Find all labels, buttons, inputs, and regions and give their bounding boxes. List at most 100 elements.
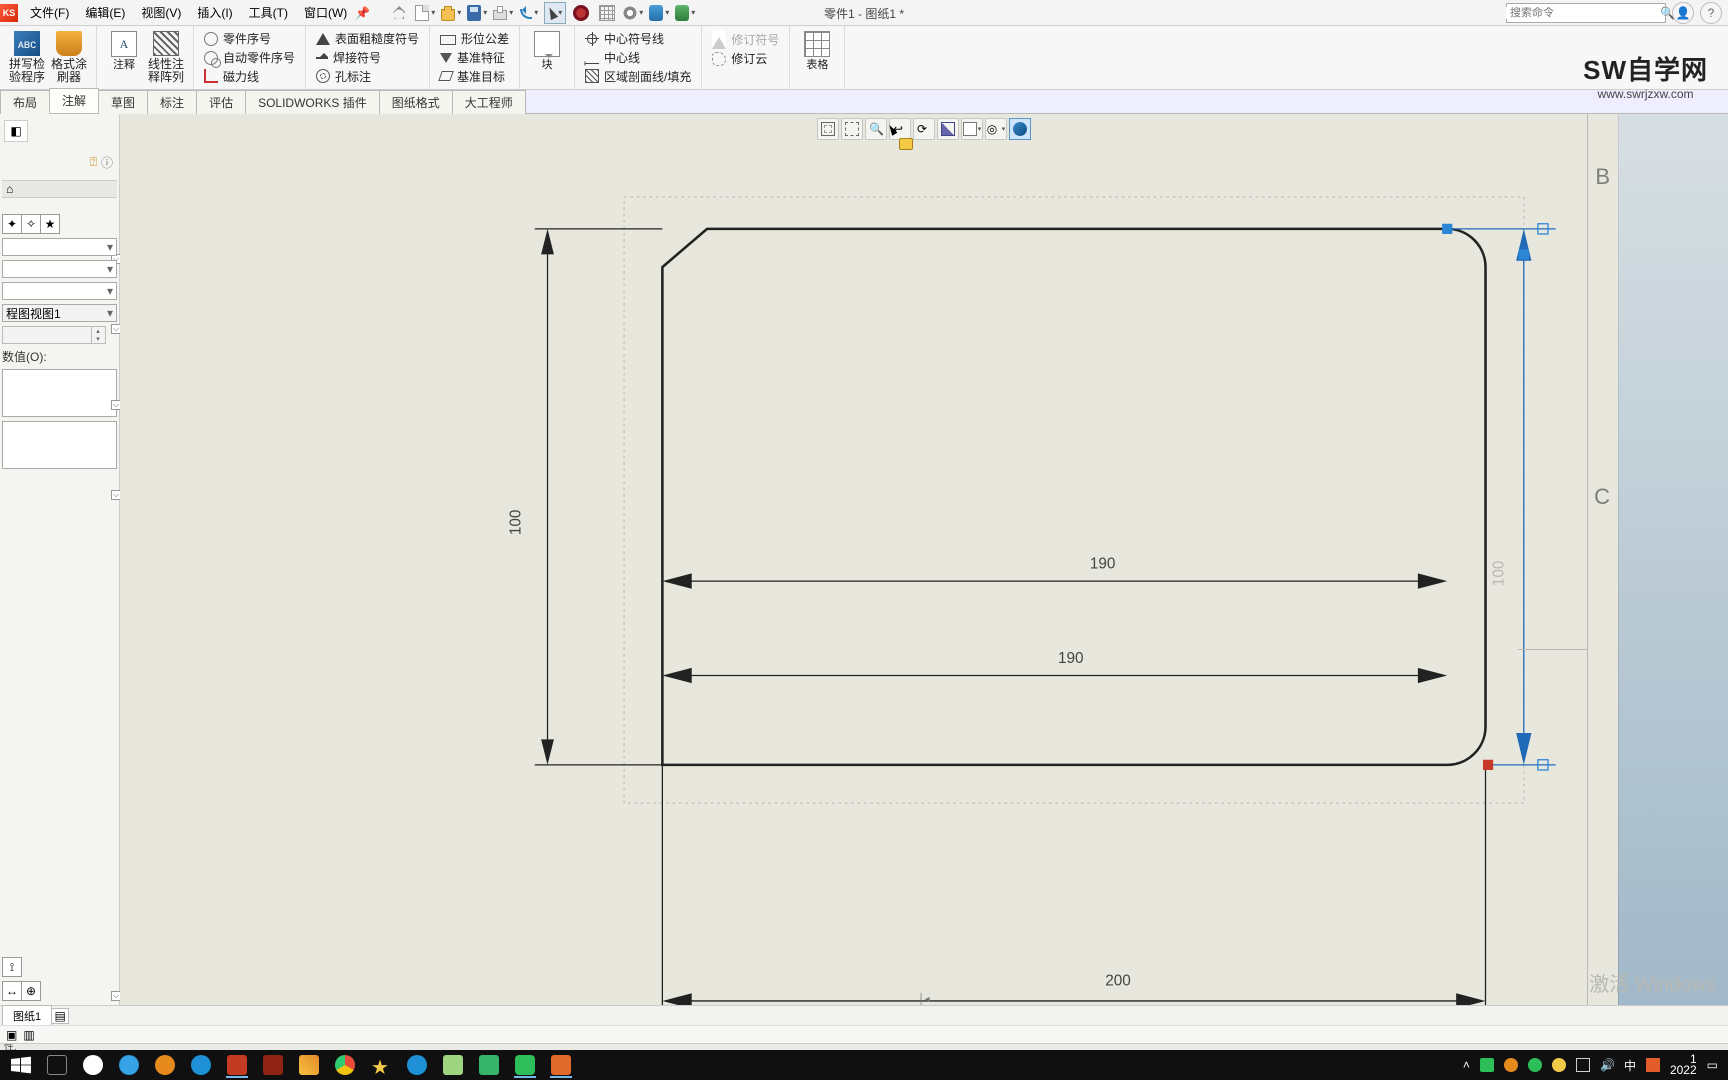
doc-props-button[interactable]: [596, 2, 618, 24]
taskbar-ie[interactable]: [112, 1052, 146, 1078]
tab-dimensions[interactable]: 标注: [147, 90, 197, 114]
pdm-save2-button[interactable]: [674, 2, 696, 24]
menu-insert[interactable]: 插入(I): [189, 0, 240, 26]
taskbar-sw2020[interactable]: [220, 1052, 254, 1078]
dim-style-2[interactable]: ↔: [2, 981, 22, 1001]
menu-edit[interactable]: 编辑(E): [77, 0, 133, 26]
undo-button[interactable]: [518, 2, 540, 24]
pm-mode-1[interactable]: ✦: [2, 214, 22, 234]
table-button[interactable]: 表格: [796, 29, 838, 86]
tab-dagong[interactable]: 大工程师: [452, 90, 526, 114]
user-button[interactable]: 👤: [1672, 2, 1694, 24]
center-line-button[interactable]: 中心线: [585, 49, 691, 67]
tray-network-icon[interactable]: [1576, 1058, 1590, 1072]
help-button[interactable]: ?: [1700, 2, 1722, 24]
sheet-tab-1[interactable]: 图纸1: [2, 1005, 52, 1027]
format-painter-button[interactable]: 格式涂刷器: [48, 29, 90, 86]
tray-s-icon[interactable]: [1646, 1058, 1660, 1072]
revision-cloud-button[interactable]: 修订云: [712, 50, 779, 67]
system-tray[interactable]: ˄ 🔊 中 12022 ▭: [1463, 1054, 1724, 1076]
pm-combo-1[interactable]: [2, 238, 117, 256]
start-button[interactable]: [4, 1052, 38, 1078]
spell-check-button[interactable]: ᴀʙᴄ 拼写检验程序: [6, 29, 48, 86]
right-resource-bar[interactable]: [1618, 114, 1728, 1005]
tray-green-icon[interactable]: [1528, 1058, 1542, 1072]
dim-style-1[interactable]: ⟟: [2, 957, 22, 977]
surface-finish-button[interactable]: 表面粗糙度符号: [316, 30, 419, 48]
origin-header[interactable]: ⌂: [2, 180, 117, 198]
center-mark-button[interactable]: 中心符号线: [585, 30, 691, 48]
tray-ime[interactable]: 中: [1624, 1057, 1636, 1074]
rebuild-button[interactable]: [570, 2, 592, 24]
pm-combo-2[interactable]: [2, 260, 117, 278]
taskbar-pen[interactable]: [292, 1052, 326, 1078]
pm-info-icon[interactable]: ⓘ: [101, 154, 113, 171]
taskbar-chrome[interactable]: [328, 1052, 362, 1078]
view-name-field[interactable]: 程图视图1: [2, 304, 117, 322]
note-button[interactable]: A 注释: [103, 29, 145, 86]
dim-style-3[interactable]: ⊕: [21, 981, 41, 1001]
taskbar-app-2[interactable]: [184, 1052, 218, 1078]
datum-feature-button[interactable]: 基准特征: [440, 49, 509, 67]
taskbar-star[interactable]: ★: [364, 1052, 398, 1078]
taskbar-camtasia[interactable]: [544, 1052, 578, 1078]
menu-window[interactable]: 窗口(W): [296, 0, 355, 26]
linear-pattern-button[interactable]: 线性注释阵列: [145, 29, 187, 86]
scale-spinner[interactable]: ▴▾: [2, 326, 106, 344]
taskbar-app-1[interactable]: [76, 1052, 110, 1078]
taskbar-notes[interactable]: [436, 1052, 470, 1078]
pm-mode-3[interactable]: ★: [40, 214, 60, 234]
tray-clock[interactable]: 12022: [1670, 1054, 1697, 1076]
tray-orange-icon[interactable]: [1504, 1058, 1518, 1072]
tray-yellow-icon[interactable]: [1552, 1058, 1566, 1072]
search-input[interactable]: [1506, 7, 1656, 19]
auto-balloon-button[interactable]: 自动零件序号: [204, 49, 295, 67]
hole-callout-button[interactable]: 孔标注: [316, 67, 419, 85]
tray-volume-icon[interactable]: 🔊: [1600, 1058, 1614, 1072]
search-box[interactable]: 🔍 ▾: [1506, 3, 1666, 23]
block-button[interactable]: 块: [526, 29, 568, 86]
tab-sw-addins[interactable]: SOLIDWORKS 插件: [245, 90, 380, 114]
task-view-button[interactable]: [40, 1052, 74, 1078]
pm-mode-2[interactable]: ✧: [21, 214, 41, 234]
open-button[interactable]: [440, 2, 462, 24]
menu-file[interactable]: 文件(F): [22, 0, 77, 26]
pdm-save-button[interactable]: [648, 2, 670, 24]
bottom-tool-1[interactable]: ▣: [6, 1028, 17, 1042]
taskbar-app-3[interactable]: [400, 1052, 434, 1078]
balloon-button[interactable]: 零件序号: [204, 30, 295, 48]
menu-tools[interactable]: 工具(T): [241, 0, 296, 26]
feature-tree-tab[interactable]: ◧: [4, 120, 28, 142]
tray-wechat-icon[interactable]: [1480, 1058, 1494, 1072]
new-button[interactable]: [414, 2, 436, 24]
save-button[interactable]: [466, 2, 488, 24]
tab-sheet-format[interactable]: 图纸格式: [379, 90, 453, 114]
tray-notifications-icon[interactable]: ▭: [1707, 1058, 1718, 1072]
menu-view[interactable]: 视图(V): [133, 0, 189, 26]
drawing-canvas[interactable]: ▭ ▯ 🔍 ↩ ⟳ ◎: [120, 114, 1728, 1005]
datum-target-button[interactable]: 基准目标: [440, 67, 509, 85]
tab-evaluate[interactable]: 评估: [196, 90, 246, 114]
taskbar-wps[interactable]: [472, 1052, 506, 1078]
pm-combo-3[interactable]: [2, 282, 117, 300]
bottom-tool-2[interactable]: ▥: [23, 1028, 34, 1042]
home-button[interactable]: [388, 2, 410, 24]
weld-symbol-button[interactable]: 焊接符号: [316, 49, 419, 67]
magnetic-line-button[interactable]: 磁力线: [204, 67, 295, 85]
pm-help-icon[interactable]: ⍰: [90, 155, 97, 170]
taskbar-search[interactable]: [148, 1052, 182, 1078]
options-button[interactable]: [622, 2, 644, 24]
value-textbox-2[interactable]: [2, 421, 117, 469]
tab-layout[interactable]: 布局: [0, 90, 50, 114]
add-sheet-button[interactable]: ▤: [51, 1008, 69, 1024]
gtol-button[interactable]: 形位公差: [440, 30, 509, 48]
tab-annotation[interactable]: 注解: [49, 88, 99, 113]
value-textbox-1[interactable]: [2, 369, 117, 417]
tab-sketch[interactable]: 草图: [98, 90, 148, 114]
pin-icon[interactable]: 📌: [355, 6, 370, 20]
tray-chevron-icon[interactable]: ˄: [1463, 1058, 1470, 1072]
taskbar-sw2016[interactable]: [256, 1052, 290, 1078]
select-button[interactable]: [544, 2, 566, 24]
print-button[interactable]: [492, 2, 514, 24]
taskbar-wechat[interactable]: [508, 1052, 542, 1078]
